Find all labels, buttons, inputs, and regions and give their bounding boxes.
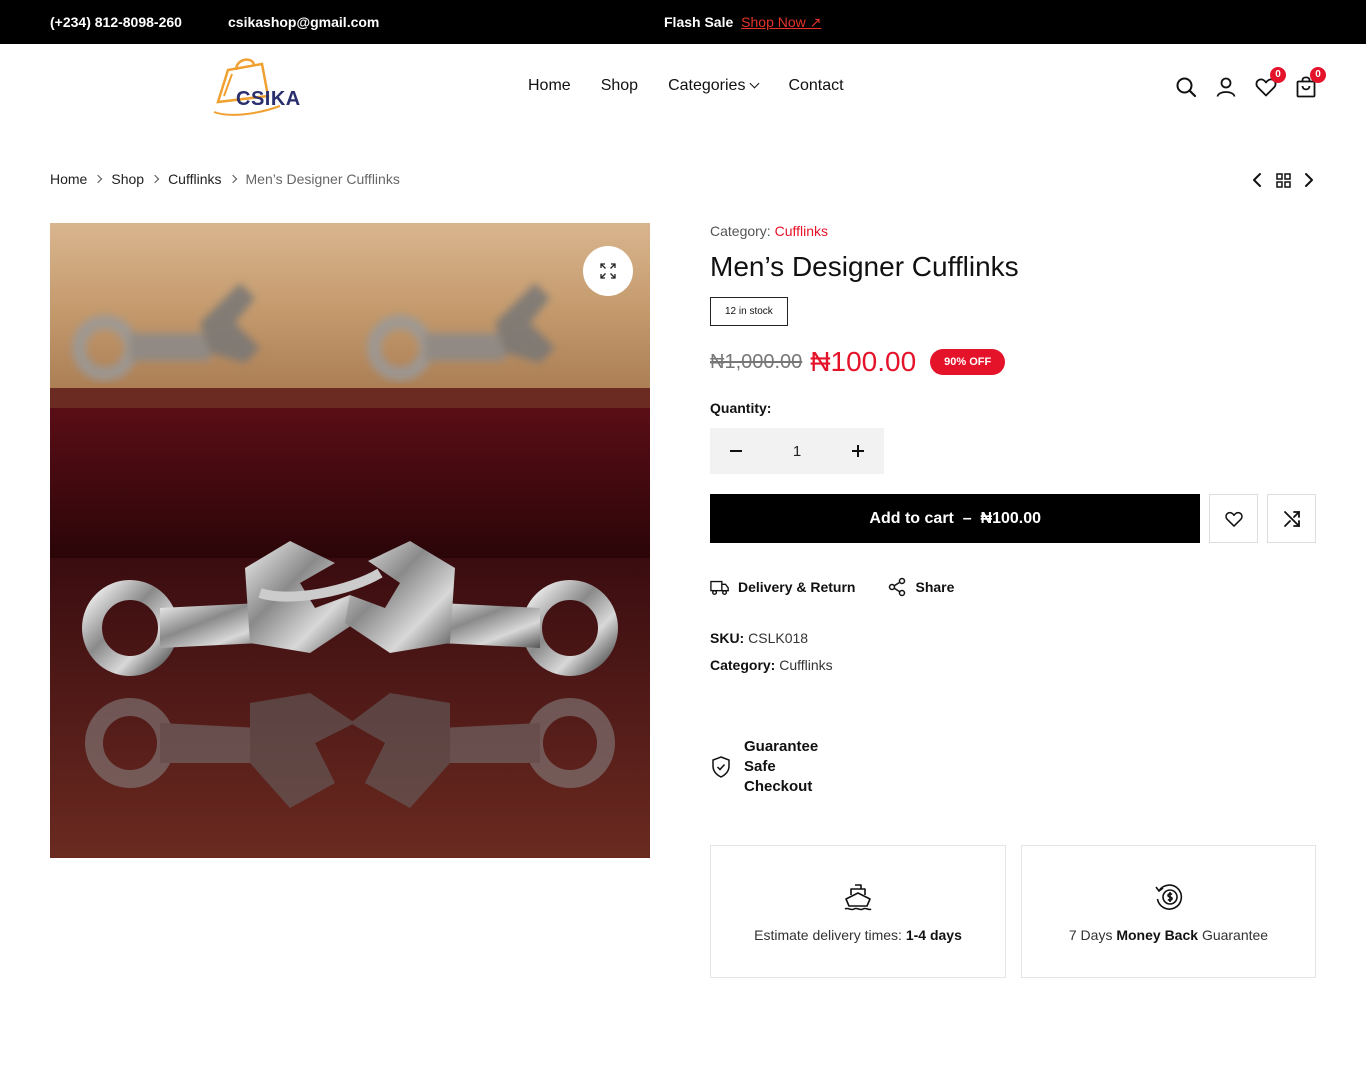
product-image[interactable]	[50, 223, 650, 858]
delivery-prefix: Estimate delivery times:	[754, 926, 902, 943]
pager-icons	[1253, 173, 1313, 188]
main-nav: Home Shop Categories Contact	[528, 77, 874, 95]
account-button[interactable]	[1214, 75, 1238, 99]
truck-icon	[710, 580, 729, 595]
nav-contact[interactable]: Contact	[788, 77, 843, 95]
chevron-right-icon[interactable]	[1305, 173, 1313, 187]
money-back-text: 7 Days Money Back Guarantee	[1069, 927, 1268, 943]
flash-sale-label: Flash Sale	[664, 14, 734, 30]
delivery-estimate-box: Estimate delivery times: 1-4 days	[710, 845, 1006, 978]
old-price: ₦1,000.00	[710, 350, 803, 373]
money-back-suffix: Guarantee	[1201, 926, 1269, 943]
meta-category-row: Category: Cufflinks	[710, 652, 1316, 679]
current-price: ₦100.00	[810, 346, 917, 377]
add-to-wishlist-button[interactable]	[1209, 494, 1259, 543]
shield-icon	[712, 756, 730, 778]
top-phone: (+234) 812-8098-260	[50, 14, 182, 30]
actions-row: Delivery & Return Share	[710, 577, 1316, 597]
chevron-right-icon	[228, 174, 237, 184]
breadcrumb: Home Shop Cufflinks Men’s Designer Cuffl…	[50, 171, 400, 187]
product-meta: SKU: CSLK018 Category: Cufflinks	[710, 625, 1316, 679]
chevron-right-icon	[94, 174, 103, 184]
money-back-box: 7 Days Money Back Guarantee	[1021, 845, 1316, 978]
delivery-estimate-text: Estimate delivery times: 1-4 days	[754, 927, 962, 943]
money-back-prefix: 7 Days	[1068, 926, 1113, 943]
quantity-decrease-button[interactable]	[724, 439, 748, 463]
share-label: Share	[915, 579, 955, 595]
nav-categories[interactable]: Categories	[668, 77, 760, 95]
stock-badge: 12 in stock	[710, 297, 788, 326]
breadcrumb-shop[interactable]: Shop	[111, 171, 144, 187]
header: CSIKA Home Shop Categories Contact 0 0	[0, 44, 1366, 130]
top-bar: (+234) 812-8098-260 csikashop@gmail.com …	[0, 0, 1366, 44]
category-line: Category: Cufflinks	[710, 223, 1316, 239]
share-icon	[889, 577, 906, 597]
chevron-down-icon	[749, 78, 760, 89]
nav-categories-label: Categories	[668, 77, 746, 94]
wishlist-button[interactable]: 0	[1254, 67, 1286, 99]
grid-icon[interactable]	[1276, 173, 1291, 188]
product-title: Men’s Designer Cufflinks	[710, 251, 1019, 282]
breadcrumb-cufflinks[interactable]: Cufflinks	[168, 171, 221, 187]
breadcrumb-home[interactable]: Home	[50, 171, 87, 187]
sku-row: SKU: CSLK018	[710, 625, 1316, 652]
share-link[interactable]: Share	[887, 577, 954, 597]
product-pager	[1248, 170, 1318, 190]
price-row: ₦1,000.00 ₦100.00 90% OFF	[710, 346, 1316, 378]
quantity-input[interactable]: 1	[793, 443, 801, 460]
guarantee-text: Guarantee Safe Checkout	[744, 738, 819, 795]
money-back-bold: Money Back	[1116, 926, 1199, 943]
discount-badge: 90% OFF	[930, 349, 1006, 375]
breadcrumb-current: Men’s Designer Cufflinks	[245, 171, 400, 187]
quantity-increase-button[interactable]	[846, 439, 870, 463]
meta-category-value[interactable]: Cufflinks	[779, 657, 832, 673]
top-email[interactable]: csikashop@gmail.com	[228, 14, 379, 30]
expand-icon	[600, 263, 616, 279]
chevron-right-icon	[150, 174, 160, 184]
shop-now-link[interactable]: Shop Now ↗	[741, 14, 821, 30]
nav-shop[interactable]: Shop	[601, 77, 638, 95]
ship-icon	[844, 883, 872, 910]
add-to-cart-button[interactable]: Add to cart – ₦100.00	[710, 494, 1201, 543]
cart-count-badge: 0	[1310, 67, 1326, 83]
compare-icon	[1283, 510, 1300, 527]
logo-text: CSIKA	[236, 88, 301, 110]
delivery-days: 1-4 days	[905, 926, 962, 943]
compare-button[interactable]	[1267, 494, 1317, 543]
user-icon	[1216, 77, 1236, 97]
wishlist-count-badge: 0	[1270, 67, 1286, 83]
delivery-return-link[interactable]: Delivery & Return	[710, 577, 855, 597]
zoom-button[interactable]	[583, 246, 633, 296]
logo[interactable]: CSIKA	[210, 56, 310, 120]
quantity-stepper: 1	[710, 428, 884, 474]
meta-category-label: Category:	[710, 657, 776, 673]
sku-label: SKU:	[710, 630, 745, 646]
cufflinks-photo	[50, 223, 650, 858]
flash-sale: Flash Sale Shop Now ↗	[664, 14, 821, 31]
nav-home[interactable]: Home	[528, 77, 571, 95]
delivery-return-label: Delivery & Return	[738, 579, 856, 595]
sku-value: CSLK018	[748, 630, 809, 646]
search-button[interactable]	[1174, 75, 1198, 99]
chevron-left-icon[interactable]	[1253, 173, 1261, 187]
money-back-icon	[1154, 883, 1182, 910]
info-boxes: Estimate delivery times: 1-4 days 7 Days…	[710, 845, 1316, 978]
category-label: Category:	[710, 223, 771, 239]
cart-row: Add to cart – ₦100.00	[710, 494, 1317, 543]
cart-button[interactable]: 0	[1294, 67, 1326, 99]
product-info: Category: Cufflinks Men’s Designer Cuffl…	[710, 223, 1317, 978]
category-link[interactable]: Cufflinks	[775, 223, 828, 239]
quantity-label: Quantity:	[710, 400, 772, 416]
heart-icon	[1225, 511, 1243, 527]
guarantee-safe-checkout: Guarantee Safe Checkout	[710, 737, 1316, 797]
search-icon	[1176, 77, 1197, 98]
